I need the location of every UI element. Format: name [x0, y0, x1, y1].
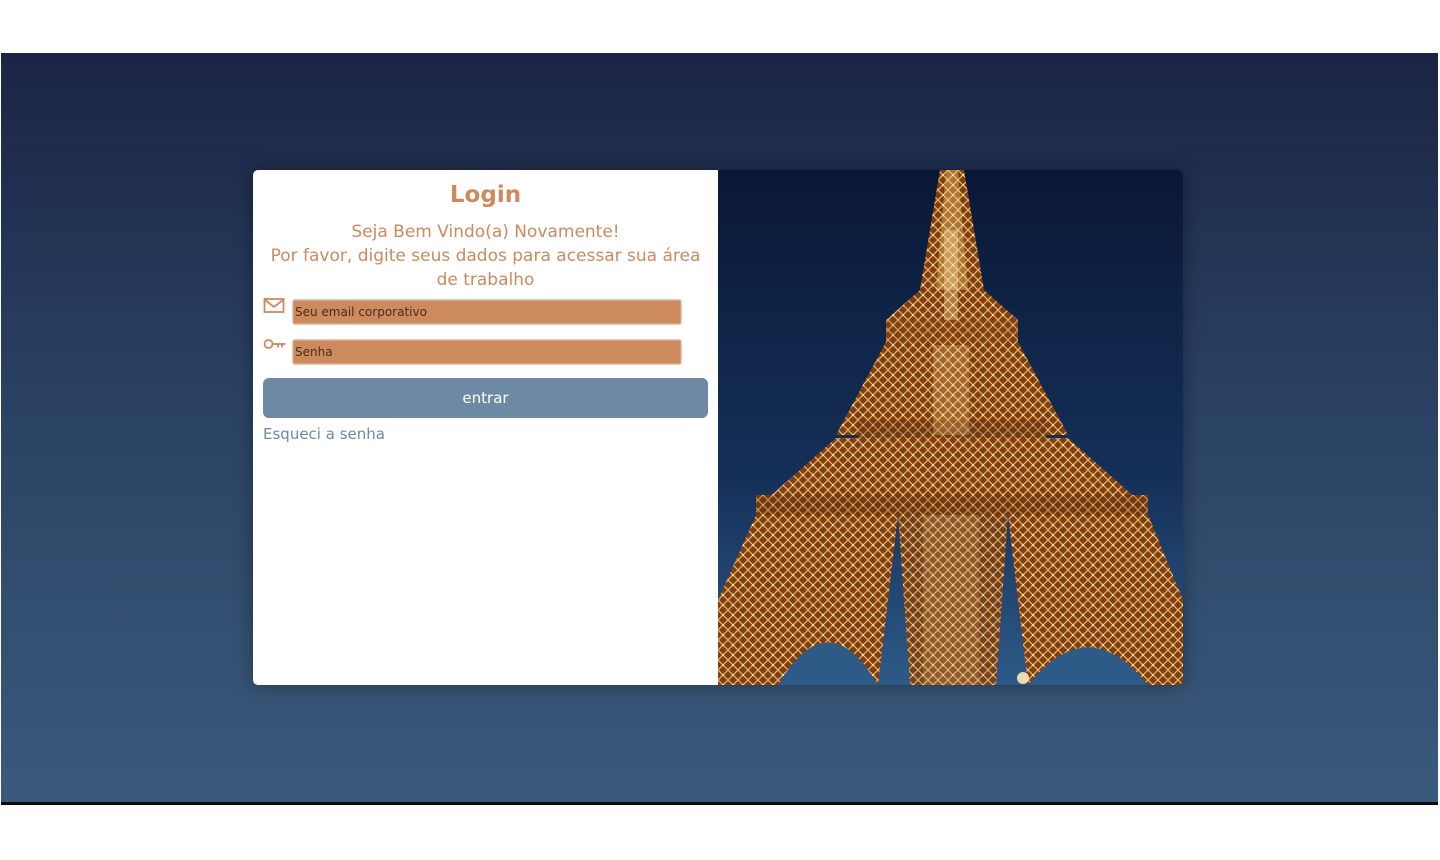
email-row	[263, 297, 708, 332]
enter-button[interactable]: entrar	[263, 378, 708, 418]
eiffel-tower-photo	[718, 170, 1183, 685]
key-icon	[263, 337, 292, 361]
login-title: Login	[449, 182, 522, 208]
forgot-password-link[interactable]: Esqueci a senha	[263, 425, 385, 443]
welcome-heading: Seja Bem Vindo(a) Novamente!	[351, 222, 620, 242]
password-field[interactable]	[292, 339, 682, 365]
mail-icon	[263, 297, 292, 321]
login-form-panel: Login Seja Bem Vindo(a) Novamente! Por f…	[253, 170, 718, 685]
welcome-instructions: Por favor, digite seus dados para acessa…	[270, 246, 701, 290]
password-row	[263, 337, 708, 372]
email-field[interactable]	[292, 299, 682, 325]
login-card: Login Seja Bem Vindo(a) Novamente! Por f…	[253, 170, 1183, 685]
